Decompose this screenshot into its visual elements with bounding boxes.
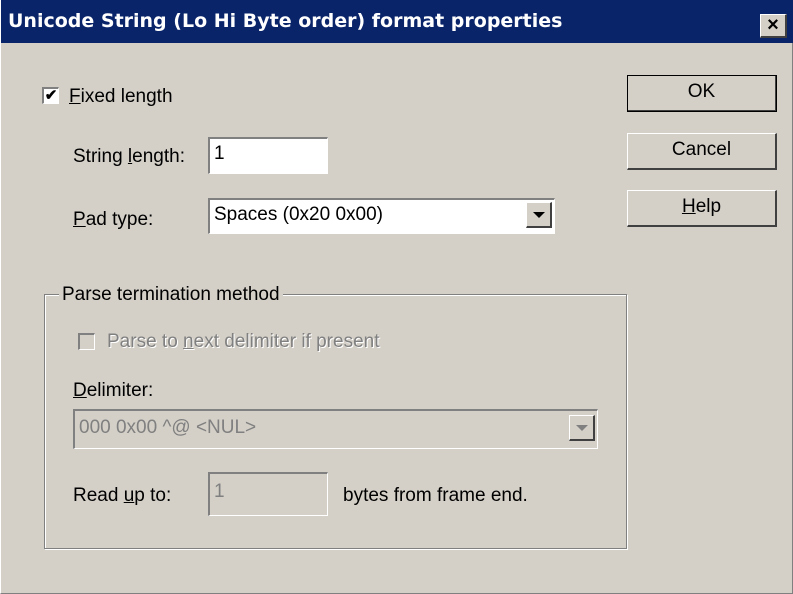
ok-button[interactable]: OK — [627, 75, 777, 112]
pad-type-select[interactable]: Spaces (0x20 0x00) — [208, 198, 555, 234]
cancel-button[interactable]: Cancel — [627, 133, 777, 170]
window-title: Unicode String (Lo Hi Byte order) format… — [8, 10, 563, 32]
parse-next-delimiter-label: Parse to next delimiter if present — [107, 331, 379, 353]
title-bar[interactable]: Unicode String (Lo Hi Byte order) format… — [1, 0, 793, 43]
help-label-text: elp — [695, 196, 722, 217]
fixed-length-label[interactable]: Fixed length — [69, 86, 173, 108]
string-length-label-rest: ength: — [132, 146, 185, 167]
fixed-length-checkbox[interactable]: ✔ — [42, 87, 59, 104]
delimiter-label-text: elimiter: — [86, 380, 154, 401]
read-up-to-label: Read up to: — [73, 485, 171, 507]
delimiter-dropdown-button[interactable] — [569, 415, 595, 441]
read-up-to-label-pre: Read — [73, 485, 124, 506]
parse-next-access-key: n — [183, 331, 194, 352]
close-icon: × — [767, 14, 779, 36]
pad-type-label-text: ad type: — [85, 209, 154, 230]
string-length-label: String length: — [73, 146, 185, 168]
chevron-down-icon — [576, 425, 588, 431]
fixed-length-access-key: F — [69, 86, 81, 107]
checkmark-icon: ✔ — [44, 87, 58, 104]
pad-type-value: Spaces (0x20 0x00) — [214, 204, 383, 225]
delimiter-select[interactable]: 000 0x00 ^@ <NUL> — [73, 409, 598, 449]
delimiter-label: Delimiter: — [73, 380, 153, 402]
parse-next-delimiter-checkbox[interactable] — [78, 333, 95, 350]
string-length-input[interactable]: 1 — [208, 137, 328, 174]
close-button[interactable]: × — [760, 14, 787, 38]
pad-type-dropdown-button[interactable] — [526, 202, 552, 228]
read-up-to-label-rest: p to: — [134, 485, 172, 506]
chevron-down-icon — [533, 212, 545, 218]
bytes-from-frame-end-label: bytes from frame end. — [343, 485, 528, 506]
parse-termination-title: Parse termination method — [59, 284, 283, 306]
read-up-to-access-key: u — [123, 485, 135, 506]
fixed-length-label-text: ixed length — [80, 86, 173, 107]
parse-next-label-rest: ext delimiter if present — [193, 331, 380, 352]
delimiter-value: 000 0x00 ^@ <NUL> — [79, 417, 257, 438]
pad-type-access-key: P — [73, 209, 86, 230]
pad-type-label: Pad type: — [73, 209, 153, 231]
help-button[interactable]: Help — [627, 190, 777, 227]
parse-next-label-pre: Parse to — [107, 331, 184, 352]
delimiter-access-key: D — [73, 380, 87, 401]
read-up-to-input[interactable]: 1 — [208, 472, 328, 516]
string-length-label-pre: String — [73, 146, 128, 167]
format-properties-dialog: Unicode String (Lo Hi Byte order) format… — [0, 0, 793, 594]
help-access-key: H — [681, 196, 696, 217]
